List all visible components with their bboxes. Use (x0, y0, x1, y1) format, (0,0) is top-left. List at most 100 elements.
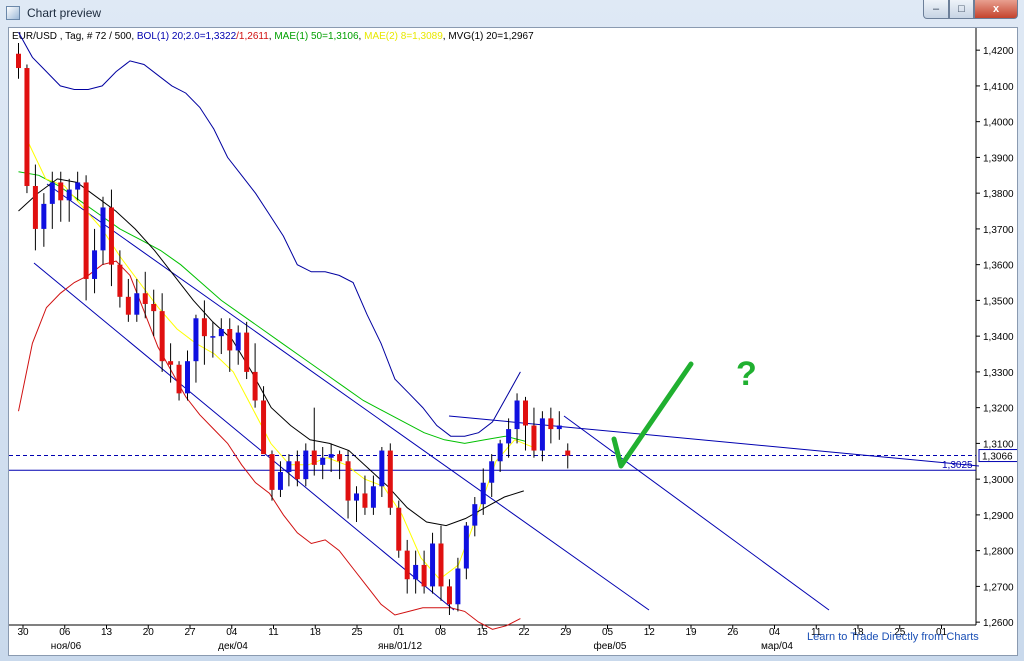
x-tick-label: 30 (17, 627, 29, 638)
month-label: фев/05 (593, 640, 626, 652)
x-tick-label: 12 (644, 627, 656, 638)
mae50-line (18, 171, 526, 444)
candle-body (531, 425, 537, 451)
candle-body (252, 371, 258, 401)
candle-body (75, 182, 81, 190)
candle-body (548, 418, 554, 430)
app-icon (6, 6, 20, 20)
candle-body (92, 250, 98, 279)
candle-body (49, 182, 55, 204)
y-tick-label: 1,2600 (983, 618, 1014, 629)
candle-body (83, 182, 89, 279)
x-tick-label: 25 (351, 627, 363, 638)
candle-body (185, 361, 190, 394)
y-tick-label: 1,3500 (983, 296, 1014, 307)
y-tick-label: 1,3800 (983, 189, 1014, 200)
candle-body (66, 189, 72, 201)
candle-body (210, 336, 216, 338)
candle-body (362, 493, 368, 508)
chart-area[interactable]: EUR/USD , Tag, # 72 / 500, BOL(1) 20;2.0… (8, 27, 1018, 656)
candle-body (286, 461, 292, 472)
candle-body (354, 493, 359, 501)
candle-body (480, 482, 486, 505)
y-tick-label: 1,2700 (983, 582, 1014, 593)
x-tick-label: 11 (268, 627, 279, 638)
x-tick-label: 04 (769, 627, 781, 638)
x-tick-label: 15 (477, 627, 489, 638)
candle-body (497, 443, 503, 462)
candle-body (269, 454, 275, 490)
x-tick-label: 20 (143, 627, 155, 638)
candle-body (100, 207, 106, 251)
title-bar: Chart preview – □ x (0, 0, 1024, 26)
current-price-label: 1,3066 (982, 452, 1013, 463)
candle-body (472, 504, 478, 526)
learn-to-trade-link[interactable]: Learn to Trade Directly from Charts (807, 631, 979, 643)
x-tick-label: 01 (393, 627, 405, 638)
x-tick-label: 26 (727, 627, 739, 638)
x-tick-label: 05 (602, 627, 614, 638)
candle-body (413, 564, 419, 580)
candle-body (41, 203, 47, 229)
maximize-button[interactable]: □ (949, 0, 974, 19)
y-tick-label: 1,4100 (983, 82, 1014, 93)
y-tick-label: 1,2900 (983, 511, 1014, 522)
x-tick-label: 27 (184, 627, 196, 638)
candle-body (337, 454, 343, 462)
window-controls: – □ x (923, 0, 1018, 19)
candle-body (438, 543, 444, 587)
candle-body (370, 486, 376, 508)
y-tick-label: 1,3600 (983, 261, 1014, 272)
candle-body (24, 68, 30, 187)
candle-body (303, 450, 309, 480)
x-tick-label: 29 (560, 627, 572, 638)
line-price-label: 1,3025 (942, 460, 973, 471)
x-tick-label: 19 (685, 627, 697, 638)
y-tick-label: 1,3900 (983, 153, 1014, 164)
candle-body (58, 182, 64, 201)
candle-body (151, 303, 157, 312)
y-tick-label: 1,4000 (983, 118, 1014, 129)
x-tick-label: 06 (59, 627, 71, 638)
candle-body (430, 543, 436, 587)
channel-lower-line (33, 262, 455, 611)
minimize-button[interactable]: – (923, 0, 949, 19)
candle-body (261, 400, 267, 455)
channel-right-line (563, 415, 830, 611)
x-tick-label: 04 (226, 627, 238, 638)
channel-upper-line (46, 183, 650, 611)
window-title: Chart preview (27, 6, 102, 20)
candle-body (168, 361, 174, 365)
y-tick-label: 1,3000 (983, 475, 1014, 486)
x-tick-label: 08 (435, 627, 447, 638)
month-label: дек/04 (218, 641, 248, 652)
candle-body (142, 293, 148, 304)
y-tick-label: 1,3700 (983, 225, 1014, 236)
channel-top-line (448, 415, 980, 467)
candle-body (345, 461, 351, 501)
check-mark-annotation (611, 361, 694, 469)
candle-body (387, 450, 393, 508)
candle-body (506, 429, 512, 444)
candle-body (514, 400, 520, 430)
candle-body (379, 450, 385, 487)
candle-body (565, 450, 571, 456)
y-tick-label: 1,3300 (983, 368, 1014, 379)
y-tick-label: 1,2800 (983, 547, 1014, 558)
candle-body (244, 332, 250, 372)
candle-body (556, 425, 562, 430)
candle-body (176, 364, 182, 394)
candle-body (396, 507, 402, 551)
y-tick-label: 1,4200 (983, 46, 1014, 57)
y-tick-label: 1,3400 (983, 332, 1014, 343)
candle-body (539, 418, 545, 451)
candle-body (108, 207, 114, 265)
chart-preview-window: Chart preview – □ x EUR/USD , Tag, # 72 … (0, 0, 1024, 661)
candle-body (421, 564, 427, 587)
price-chart[interactable]: ? 1,2600 1,2700 1,2800 1,2900 1,3000 1,3100 1,… (9, 28, 1017, 655)
x-tick-label: 22 (518, 627, 530, 638)
candle-body (134, 293, 140, 315)
close-button[interactable]: x (974, 0, 1018, 19)
candle-body (311, 450, 317, 465)
month-label: ноя/06 (51, 641, 82, 652)
